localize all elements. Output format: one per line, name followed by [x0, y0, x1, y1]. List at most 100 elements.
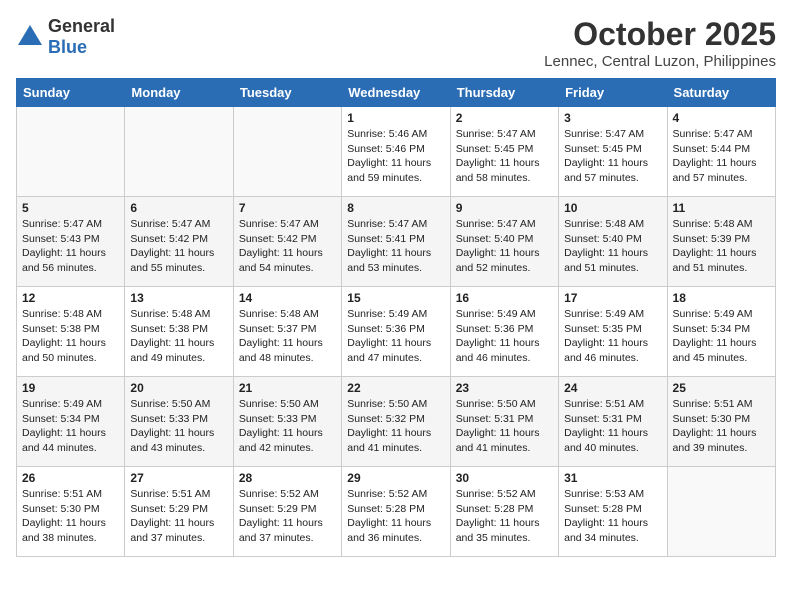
calendar-cell [667, 467, 775, 557]
location-title: Lennec, Central Luzon, Philippines [544, 53, 776, 70]
day-info: Sunrise: 5:47 AM Sunset: 5:45 PM Dayligh… [564, 127, 661, 186]
calendar-week-row: 19 Sunrise: 5:49 AM Sunset: 5:34 PM Dayli… [17, 377, 776, 467]
day-info: Sunrise: 5:47 AM Sunset: 5:45 PM Dayligh… [456, 127, 553, 186]
day-number: 7 [239, 201, 336, 215]
calendar-week-row: 1 Sunrise: 5:46 AM Sunset: 5:46 PM Daylig… [17, 107, 776, 197]
day-info: Sunrise: 5:48 AM Sunset: 5:38 PM Dayligh… [130, 307, 227, 366]
calendar-cell: 14Sunrise: 5:48 AM Sunset: 5:37 PM Dayli… [233, 287, 341, 377]
day-info: Sunrise: 5:50 AM Sunset: 5:33 PM Dayligh… [130, 397, 227, 456]
calendar-cell: 22 Sunrise: 5:50 AM Sunset: 5:32 PM Dayli… [342, 377, 450, 467]
day-info: Sunrise: 5:47 AM Sunset: 5:44 PM Dayligh… [673, 127, 770, 186]
calendar-cell: 10 Sunrise: 5:48 AM Sunset: 5:40 PM Dayli… [559, 197, 667, 287]
calendar-cell: 5 Sunrise: 5:47 AM Sunset: 5:43 PM Daylig… [17, 197, 125, 287]
day-info: Sunrise: 5:49 AM Sunset: 5:35 PM Dayligh… [564, 307, 661, 366]
day-number: 22 [347, 381, 444, 395]
day-number: 21 [239, 381, 336, 395]
day-info: Sunrise: 5:52 AM Sunset: 5:28 PM Dayligh… [347, 487, 444, 546]
day-number: 23 [456, 381, 553, 395]
calendar-header-row: SundayMondayTuesdayWednesdayThursdayFrid… [17, 79, 776, 107]
weekday-header: Saturday [667, 79, 775, 107]
day-number: 13 [130, 291, 227, 305]
day-number: 24 [564, 381, 661, 395]
day-info: Sunrise: 5:53 AM Sunset: 5:28 PM Dayligh… [564, 487, 661, 546]
day-number: 14 [239, 291, 336, 305]
day-info: Sunrise: 5:48 AM Sunset: 5:39 PM Dayligh… [673, 217, 770, 276]
day-number: 15 [347, 291, 444, 305]
logo-blue: Blue [48, 37, 87, 57]
month-title: October 2025 [544, 16, 776, 53]
day-number: 12 [22, 291, 119, 305]
day-number: 10 [564, 201, 661, 215]
calendar-cell: 25Sunrise: 5:51 AM Sunset: 5:30 PM Dayli… [667, 377, 775, 467]
day-number: 19 [22, 381, 119, 395]
day-number: 28 [239, 471, 336, 485]
calendar-cell: 13 Sunrise: 5:48 AM Sunset: 5:38 PM Dayli… [125, 287, 233, 377]
calendar-cell: 28Sunrise: 5:52 AM Sunset: 5:29 PM Dayli… [233, 467, 341, 557]
title-block: October 2025 Lennec, Central Luzon, Phil… [544, 16, 776, 70]
calendar-cell [17, 107, 125, 197]
day-info: Sunrise: 5:48 AM Sunset: 5:40 PM Dayligh… [564, 217, 661, 276]
day-number: 25 [673, 381, 770, 395]
weekday-header: Friday [559, 79, 667, 107]
day-info: Sunrise: 5:49 AM Sunset: 5:34 PM Dayligh… [673, 307, 770, 366]
calendar-week-row: 12 Sunrise: 5:48 AM Sunset: 5:38 PM Dayli… [17, 287, 776, 377]
weekday-header: Monday [125, 79, 233, 107]
calendar-cell: 24 Sunrise: 5:51 AM Sunset: 5:31 PM Dayli… [559, 377, 667, 467]
weekday-header: Sunday [17, 79, 125, 107]
calendar-cell: 11 Sunrise: 5:48 AM Sunset: 5:39 PM Dayli… [667, 197, 775, 287]
calendar-cell: 1 Sunrise: 5:46 AM Sunset: 5:46 PM Daylig… [342, 107, 450, 197]
calendar-cell: 27 Sunrise: 5:51 AM Sunset: 5:29 PM Dayli… [125, 467, 233, 557]
day-number: 30 [456, 471, 553, 485]
calendar-cell: 4Sunrise: 5:47 AM Sunset: 5:44 PM Daylig… [667, 107, 775, 197]
day-number: 31 [564, 471, 661, 485]
weekday-header: Wednesday [342, 79, 450, 107]
logo-icon [16, 23, 44, 51]
day-info: Sunrise: 5:51 AM Sunset: 5:31 PM Dayligh… [564, 397, 661, 456]
calendar-cell: 31 Sunrise: 5:53 AM Sunset: 5:28 PM Dayli… [559, 467, 667, 557]
calendar-cell: 2Sunrise: 5:47 AM Sunset: 5:45 PM Daylig… [450, 107, 558, 197]
day-info: Sunrise: 5:51 AM Sunset: 5:30 PM Dayligh… [22, 487, 119, 546]
page-header: General Blue October 2025 Lennec, Centra… [16, 16, 776, 70]
calendar-table: SundayMondayTuesdayWednesdayThursdayFrid… [16, 78, 776, 557]
day-number: 5 [22, 201, 119, 215]
calendar-cell: 26Sunrise: 5:51 AM Sunset: 5:30 PM Dayli… [17, 467, 125, 557]
day-number: 18 [673, 291, 770, 305]
day-info: Sunrise: 5:46 AM Sunset: 5:46 PM Dayligh… [347, 127, 444, 186]
calendar-cell: 23Sunrise: 5:50 AM Sunset: 5:31 PM Dayli… [450, 377, 558, 467]
day-number: 27 [130, 471, 227, 485]
calendar-week-row: 26Sunrise: 5:51 AM Sunset: 5:30 PM Dayli… [17, 467, 776, 557]
calendar-cell: 12Sunrise: 5:48 AM Sunset: 5:38 PM Dayli… [17, 287, 125, 377]
day-info: Sunrise: 5:49 AM Sunset: 5:34 PM Dayligh… [22, 397, 119, 456]
day-number: 20 [130, 381, 227, 395]
day-info: Sunrise: 5:50 AM Sunset: 5:32 PM Dayligh… [347, 397, 444, 456]
calendar-cell: 19 Sunrise: 5:49 AM Sunset: 5:34 PM Dayli… [17, 377, 125, 467]
day-number: 16 [456, 291, 553, 305]
calendar-cell: 16Sunrise: 5:49 AM Sunset: 5:36 PM Dayli… [450, 287, 558, 377]
day-info: Sunrise: 5:50 AM Sunset: 5:33 PM Dayligh… [239, 397, 336, 456]
day-number: 11 [673, 201, 770, 215]
day-number: 3 [564, 111, 661, 125]
day-info: Sunrise: 5:47 AM Sunset: 5:40 PM Dayligh… [456, 217, 553, 276]
calendar-cell: 18 Sunrise: 5:49 AM Sunset: 5:34 PM Dayli… [667, 287, 775, 377]
day-number: 8 [347, 201, 444, 215]
calendar-cell: 20 Sunrise: 5:50 AM Sunset: 5:33 PM Dayli… [125, 377, 233, 467]
weekday-header: Thursday [450, 79, 558, 107]
day-info: Sunrise: 5:47 AM Sunset: 5:43 PM Dayligh… [22, 217, 119, 276]
calendar-cell: 17Sunrise: 5:49 AM Sunset: 5:35 PM Dayli… [559, 287, 667, 377]
calendar-cell [125, 107, 233, 197]
calendar-cell: 30Sunrise: 5:52 AM Sunset: 5:28 PM Dayli… [450, 467, 558, 557]
calendar-cell: 21 Sunrise: 5:50 AM Sunset: 5:33 PM Dayli… [233, 377, 341, 467]
calendar-cell: 6Sunrise: 5:47 AM Sunset: 5:42 PM Daylig… [125, 197, 233, 287]
calendar-cell: 8 Sunrise: 5:47 AM Sunset: 5:41 PM Daylig… [342, 197, 450, 287]
day-info: Sunrise: 5:47 AM Sunset: 5:42 PM Dayligh… [239, 217, 336, 276]
calendar-cell: 7 Sunrise: 5:47 AM Sunset: 5:42 PM Daylig… [233, 197, 341, 287]
day-number: 29 [347, 471, 444, 485]
day-info: Sunrise: 5:51 AM Sunset: 5:29 PM Dayligh… [130, 487, 227, 546]
logo: General Blue [16, 16, 115, 58]
day-info: Sunrise: 5:47 AM Sunset: 5:41 PM Dayligh… [347, 217, 444, 276]
calendar-cell: 9Sunrise: 5:47 AM Sunset: 5:40 PM Daylig… [450, 197, 558, 287]
logo-text: General Blue [48, 16, 115, 58]
calendar-cell: 15Sunrise: 5:49 AM Sunset: 5:36 PM Dayli… [342, 287, 450, 377]
weekday-header: Tuesday [233, 79, 341, 107]
day-number: 1 [347, 111, 444, 125]
